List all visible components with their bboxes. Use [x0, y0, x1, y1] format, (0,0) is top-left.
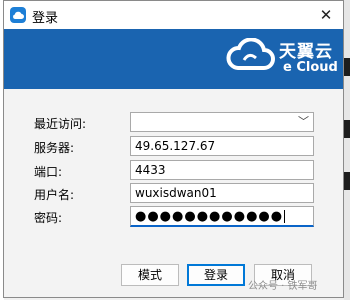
brand-subtitle: e Cloud	[283, 60, 338, 75]
brand-name: 天翼云	[279, 42, 333, 62]
login-button[interactable]: 登录	[187, 264, 245, 286]
ecloud-logo-icon	[226, 38, 275, 70]
background-right-strip	[344, 0, 350, 300]
recent-label: 最近访问:	[34, 117, 87, 131]
server-input[interactable]: 49.65.127.67	[130, 136, 314, 156]
username-label: 用户名:	[34, 188, 75, 202]
watermark-text: 公众号 · 铁军哥	[248, 281, 318, 292]
password-input[interactable]: ●●●●●●●●●●●●	[130, 206, 314, 227]
recent-access-dropdown[interactable]: ﹀	[130, 112, 314, 132]
username-input[interactable]: wuxisdwan01	[130, 183, 314, 203]
password-mask: ●●●●●●●●●●●●	[135, 209, 284, 224]
text-caret	[284, 210, 286, 223]
login-dialog: 登录 ✕ 天翼云 e Cloud 最近访问: ﹀ 服务器: 49.65.127.…	[3, 0, 344, 298]
mode-button[interactable]: 模式	[121, 264, 179, 286]
brand-banner: 天翼云 e Cloud	[4, 29, 343, 89]
password-label: 密码:	[34, 211, 63, 225]
window-title: 登录	[32, 11, 59, 26]
chevron-down-icon[interactable]: ﹀	[298, 114, 309, 129]
title-bar: 登录 ✕	[4, 1, 343, 29]
port-label: 端口:	[34, 165, 63, 179]
server-label: 服务器:	[34, 141, 75, 155]
port-input[interactable]: 4433	[130, 160, 314, 180]
app-cloud-icon	[10, 7, 26, 23]
close-button[interactable]: ✕	[309, 1, 343, 29]
